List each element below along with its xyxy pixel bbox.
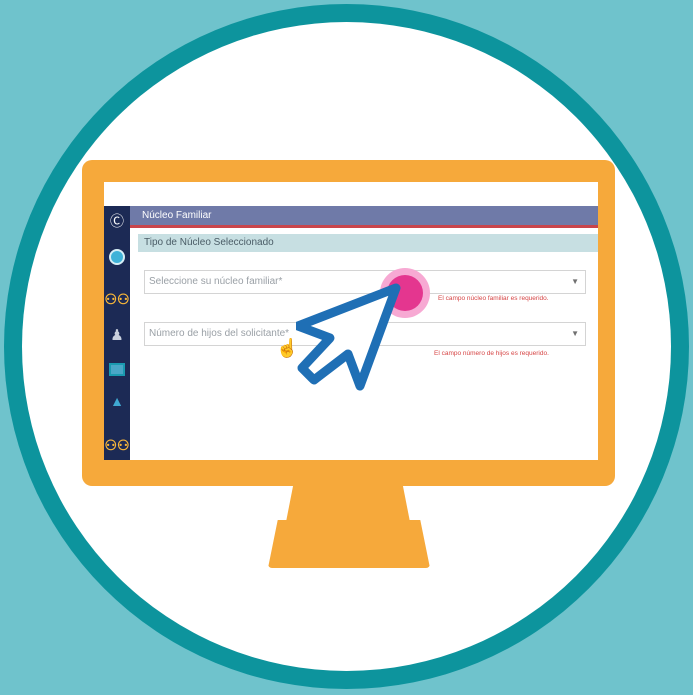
collapse-icon[interactable]: Ⓒ: [106, 210, 128, 232]
family-icon[interactable]: ⚇⚇: [104, 434, 129, 456]
graduation-cap-icon[interactable]: ▲: [106, 390, 128, 412]
id-card-icon[interactable]: [106, 358, 128, 380]
children-select-placeholder: Número de hijos del solicitante*: [149, 328, 290, 339]
family-select-error: El campo núcleo familiar es requerido.: [438, 295, 549, 302]
monitor-stand-base: [268, 520, 430, 568]
section-header: Tipo de Núcleo Seleccionado: [138, 234, 598, 252]
sidebar: Ⓒ ⚇⚇ ♟ ▲ ⚇⚇: [104, 206, 130, 460]
group-icon[interactable]: ♟: [106, 324, 128, 346]
window-title: Núcleo Familiar: [142, 210, 212, 221]
family-icon[interactable]: ⚇⚇: [104, 288, 129, 310]
chevron-down-icon[interactable]: ▼: [571, 277, 579, 286]
user-icon[interactable]: [106, 246, 128, 268]
pointer-arrow-icon: [296, 283, 401, 391]
family-select-placeholder: Seleccione su núcleo familiar*: [149, 276, 283, 287]
section-title: Tipo de Núcleo Seleccionado: [144, 237, 274, 248]
chevron-down-icon[interactable]: ▼: [571, 329, 579, 338]
children-select-error: El campo número de hijos es requerido.: [434, 350, 549, 357]
monitor-stand-neck: [286, 484, 410, 522]
window-titlebar: Núcleo Familiar: [130, 206, 598, 228]
